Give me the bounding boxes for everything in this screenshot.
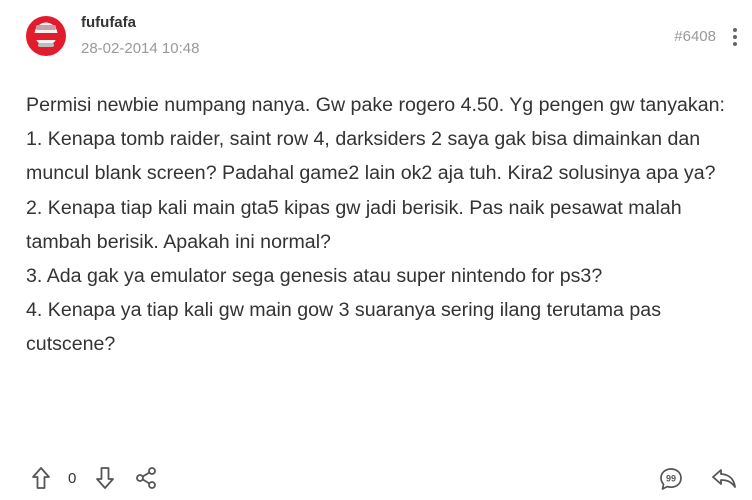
- quote-button[interactable]: 99: [658, 466, 684, 492]
- forum-post: fufufafa 28-02-2014 10:48 #6408 Permisi …: [0, 0, 752, 500]
- post-content: Permisi newbie numpang nanya. Gw pake ro…: [26, 88, 738, 362]
- quote-icon: 99: [660, 468, 682, 490]
- username[interactable]: fufufafa: [81, 14, 136, 31]
- reply-button[interactable]: [710, 466, 738, 490]
- share-icon: [136, 467, 156, 489]
- post-actions: 0 99: [26, 462, 738, 494]
- reply-icon: [712, 469, 736, 488]
- share-button[interactable]: [134, 466, 158, 490]
- avatar-detail: [36, 25, 56, 30]
- content-line: Permisi newbie numpang nanya. Gw pake ro…: [26, 94, 725, 116]
- avatar[interactable]: [26, 16, 66, 56]
- downvote-button[interactable]: [94, 466, 116, 490]
- upvote-button[interactable]: [30, 466, 52, 490]
- content-line: 2. Kenapa tiap kali main gta5 kipas gw j…: [26, 196, 682, 253]
- arrow-down-icon: [96, 467, 114, 489]
- svg-text:99: 99: [666, 474, 676, 484]
- avatar-band: [30, 33, 62, 40]
- content-line: 3. Ada gak ya emulator sega genesis atau…: [26, 265, 603, 288]
- content-line: 4. Kenapa ya tiap kali gw main gow 3 sua…: [26, 299, 661, 356]
- content-line: 1. Kenapa tomb raider, saint row 4, dark…: [26, 128, 716, 185]
- avatar-detail-2: [38, 43, 54, 47]
- vote-count: 0: [68, 470, 77, 487]
- post-timestamp: 28-02-2014 10:48: [81, 40, 200, 57]
- more-vertical-icon[interactable]: [730, 26, 740, 48]
- post-number[interactable]: #6408: [674, 28, 716, 45]
- arrow-up-icon: [32, 467, 50, 489]
